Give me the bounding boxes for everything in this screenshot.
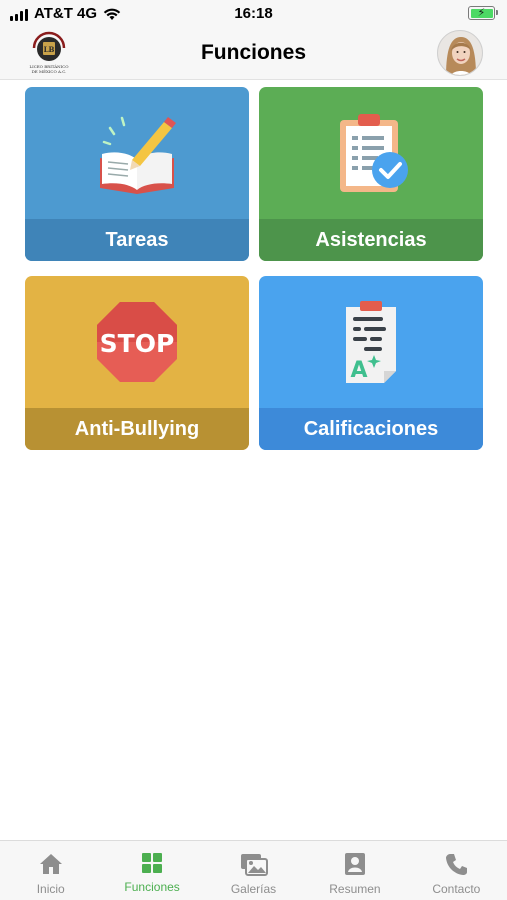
gallery-icon [240,854,268,876]
card-label: Asistencias [259,219,483,261]
home-icon [39,854,62,874]
grade-report-icon: A [259,276,483,408]
clipboard-check-icon [259,87,483,219]
tab-label: Resumen [329,882,381,896]
tab-label: Inicio [36,882,65,896]
tab-funciones[interactable]: Funciones [101,841,202,900]
user-avatar[interactable] [437,30,483,76]
phone-icon [446,854,468,875]
navigation-bar: LB LICEO BRITÁNICO DE MÉXICO A.C. Funcio… [0,28,507,80]
stop-sign-icon: STOP [25,276,249,408]
tab-inicio[interactable]: Inicio [0,841,101,900]
tab-resumen[interactable]: Resumen [304,841,405,900]
svg-text:A: A [350,358,367,383]
svg-text:DE MÉXICO A.C.: DE MÉXICO A.C. [32,69,67,74]
tab-bar: Inicio Funciones Galerías Resumen Contac… [0,840,507,900]
tab-label: Galerías [230,882,277,896]
card-asistencias[interactable]: Asistencias [259,87,483,261]
grid-icon [142,853,163,873]
svg-text:STOP: STOP [100,329,175,358]
tab-label: Contacto [432,882,481,896]
card-label: Calificaciones [259,408,483,450]
card-tareas[interactable]: Tareas [25,87,249,261]
tab-galerias[interactable]: Galerías [203,841,304,900]
page-title: Funciones [200,41,306,64]
tab-label: Funciones [124,880,180,894]
clock: 16:18 [234,5,273,22]
card-calificaciones[interactable]: A Calificaciones [259,276,483,450]
battery-icon: ⚡ [468,6,498,20]
tab-contacto[interactable]: Contacto [406,841,507,900]
card-label: Anti-Bullying [25,408,249,450]
card-label: Tareas [25,219,249,261]
profile-card-icon [344,853,365,875]
card-anti-bullying[interactable]: STOP Anti-Bullying [25,276,249,450]
book-pencil-icon [25,87,249,219]
status-bar: AT&T 4G 16:18 ⚡ [0,0,507,28]
